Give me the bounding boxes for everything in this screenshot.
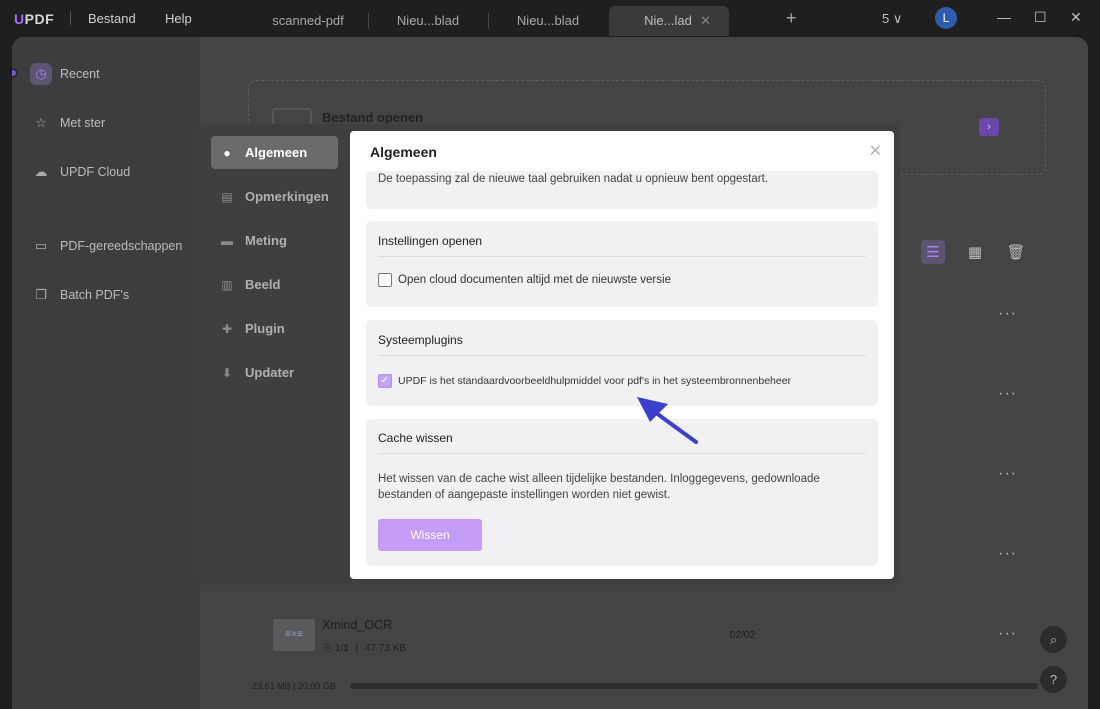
updf-logo[interactable]: UPDF xyxy=(14,11,54,27)
tab-nieuw-blad-active[interactable]: Nie...lad ✕ xyxy=(609,6,729,36)
open-settings-card: Instellingen openen Open cloud documente… xyxy=(366,221,878,307)
more-icon[interactable]: ··· xyxy=(998,305,1017,323)
cache-title: Cache wissen xyxy=(378,431,453,445)
file-size: 47.73 KB xyxy=(364,643,407,654)
more-icon[interactable]: ··· xyxy=(998,625,1017,643)
divider xyxy=(378,355,866,356)
cache-description: Het wissen van de cache wist alleen tijd… xyxy=(378,473,820,501)
help-icon[interactable]: ? xyxy=(1040,666,1067,693)
window-count-dropdown[interactable]: 5 ∨ xyxy=(882,11,902,27)
sidebar-item-met-ster[interactable]: ☆ Met ster xyxy=(30,109,105,137)
settings-tab-label: Updater xyxy=(245,365,295,380)
batch-icon: ❐ xyxy=(35,287,47,302)
settings-tab-updater[interactable]: ⬇ Updater xyxy=(211,356,338,389)
toolbox-icon: ▭ xyxy=(34,238,48,253)
list-view-icon[interactable]: ☰ xyxy=(921,240,945,264)
file-meta: ⎘ 1/1 | 47.73 KB xyxy=(324,643,407,654)
cache-card: Cache wissen Het wissen van de cache wis… xyxy=(366,419,878,566)
tab-nieuw-blad-2[interactable]: Nieu...blad xyxy=(488,6,608,36)
menu-bestand[interactable]: Bestand xyxy=(88,11,136,26)
trash-icon[interactable]: 🗑 xyxy=(1004,240,1028,264)
title-bar: UPDF Bestand Help scanned-pdf Nieu...bla… xyxy=(0,0,1100,38)
file-thumbnail[interactable]: ≡×≡ xyxy=(273,619,315,651)
close-icon[interactable]: ✕ xyxy=(869,141,882,161)
sidebar-item-recent[interactable]: ◷ Recent xyxy=(30,60,100,88)
default-viewer-checkbox[interactable]: ✓ xyxy=(378,374,392,388)
settings-panel: Algemeen ✕ De toepassing zal de nieuwe t… xyxy=(350,131,894,579)
star-icon: ☆ xyxy=(35,115,47,130)
sidebar-item-batch[interactable]: ❐ Batch PDF's xyxy=(30,281,129,309)
settings-dialog: ● Algemeen ▤ Opmerkingen ▬ Meting ▥ Beel… xyxy=(199,124,900,585)
download-icon: ⬇ xyxy=(221,365,233,380)
storage-usage: 23.61 MB | 20.00 GB xyxy=(252,681,336,691)
annotation-arrow-icon xyxy=(637,397,698,444)
tab-label: Nie...lad xyxy=(644,13,692,28)
avatar[interactable]: L xyxy=(935,7,957,29)
sidebar-item-updf-cloud[interactable]: ☁ UPDF Cloud xyxy=(30,158,131,186)
storage-bar xyxy=(350,683,1038,689)
panel-title: Algemeen xyxy=(370,144,437,160)
search-icon[interactable]: ⌕ xyxy=(1040,626,1067,653)
sidebar-item-label: PDF-gereedschappen xyxy=(60,239,183,253)
settings-tab-algemeen[interactable]: ● Algemeen xyxy=(211,136,338,169)
file-date: 02/02 xyxy=(730,630,756,641)
sidebar-item-label: Recent xyxy=(60,67,100,81)
settings-icon: ● xyxy=(223,145,231,160)
language-card: De toepassing zal de nieuwe taal gebruik… xyxy=(366,171,878,209)
tab-nieuw-blad-1[interactable]: Nieu...blad xyxy=(368,6,488,36)
open-file-title[interactable]: Bestand openen xyxy=(322,110,423,125)
divider xyxy=(70,11,71,25)
cloud-icon: ☁ xyxy=(34,164,48,179)
sidebar-item-label: Batch PDF's xyxy=(60,288,130,302)
ruler-icon: ▬ xyxy=(221,233,233,248)
more-icon[interactable]: ··· xyxy=(998,545,1017,563)
settings-tab-meting[interactable]: ▬ Meting xyxy=(211,224,338,257)
comment-icon: ▤ xyxy=(221,189,233,204)
clock-icon: ◷ xyxy=(30,63,52,85)
sidebar-item-label: Met ster xyxy=(60,116,106,130)
default-viewer-label[interactable]: UPDF is het standaardvoorbeeldhulpmiddel… xyxy=(398,375,791,387)
close-window-icon[interactable]: ✕ xyxy=(1070,9,1082,26)
open-settings-title: Instellingen openen xyxy=(378,234,483,248)
language-note: De toepassing zal de nieuwe taal gebruik… xyxy=(378,173,768,185)
settings-tab-plugin[interactable]: ✚ Plugin xyxy=(211,312,338,345)
cloud-latest-label[interactable]: Open cloud documenten altijd met de nieu… xyxy=(398,274,671,286)
grid-view-icon[interactable]: ▦ xyxy=(963,240,987,264)
tab-close-icon[interactable]: ✕ xyxy=(700,6,711,36)
settings-tab-opmerkingen[interactable]: ▤ Opmerkingen xyxy=(211,180,338,213)
settings-tab-label: Plugin xyxy=(245,321,285,336)
file-name[interactable]: Xmind_OCR xyxy=(322,618,392,632)
left-sidebar: ◷ Recent ☆ Met ster ☁ UPDF Cloud ▭ PDF-g… xyxy=(12,37,200,709)
cloud-latest-checkbox[interactable] xyxy=(378,273,392,287)
chevron-right-icon[interactable]: › xyxy=(979,118,999,136)
settings-tab-beeld[interactable]: ▥ Beeld xyxy=(211,268,338,301)
view-icon: ▥ xyxy=(221,277,233,292)
new-tab-button[interactable]: + xyxy=(786,8,797,29)
divider xyxy=(378,453,866,454)
system-plugins-title: Systeemplugins xyxy=(378,333,463,347)
wissen-button[interactable]: Wissen xyxy=(378,519,482,551)
minimize-icon[interactable]: — xyxy=(997,9,1011,25)
settings-tab-label: Beeld xyxy=(245,277,281,292)
divider xyxy=(378,256,866,257)
settings-tab-label: Algemeen xyxy=(245,145,308,160)
maximize-icon[interactable]: ☐ xyxy=(1034,9,1047,26)
more-icon[interactable]: ··· xyxy=(998,465,1017,483)
sidebar-item-label: UPDF Cloud xyxy=(60,165,131,179)
tab-scanned-pdf[interactable]: scanned-pdf xyxy=(248,6,368,36)
menu-help[interactable]: Help xyxy=(165,11,192,26)
page-icon: ⎘ xyxy=(324,643,335,654)
puzzle-icon: ✚ xyxy=(221,321,233,336)
sidebar-item-pdf-tools[interactable]: ▭ PDF-gereedschappen xyxy=(30,232,182,260)
indicator-dot xyxy=(12,68,18,78)
settings-tab-label: Opmerkingen xyxy=(245,189,329,204)
more-icon[interactable]: ··· xyxy=(998,385,1017,403)
system-plugins-card: Systeemplugins ✓ UPDF is het standaardvo… xyxy=(366,320,878,406)
settings-tab-label: Meting xyxy=(245,233,287,248)
